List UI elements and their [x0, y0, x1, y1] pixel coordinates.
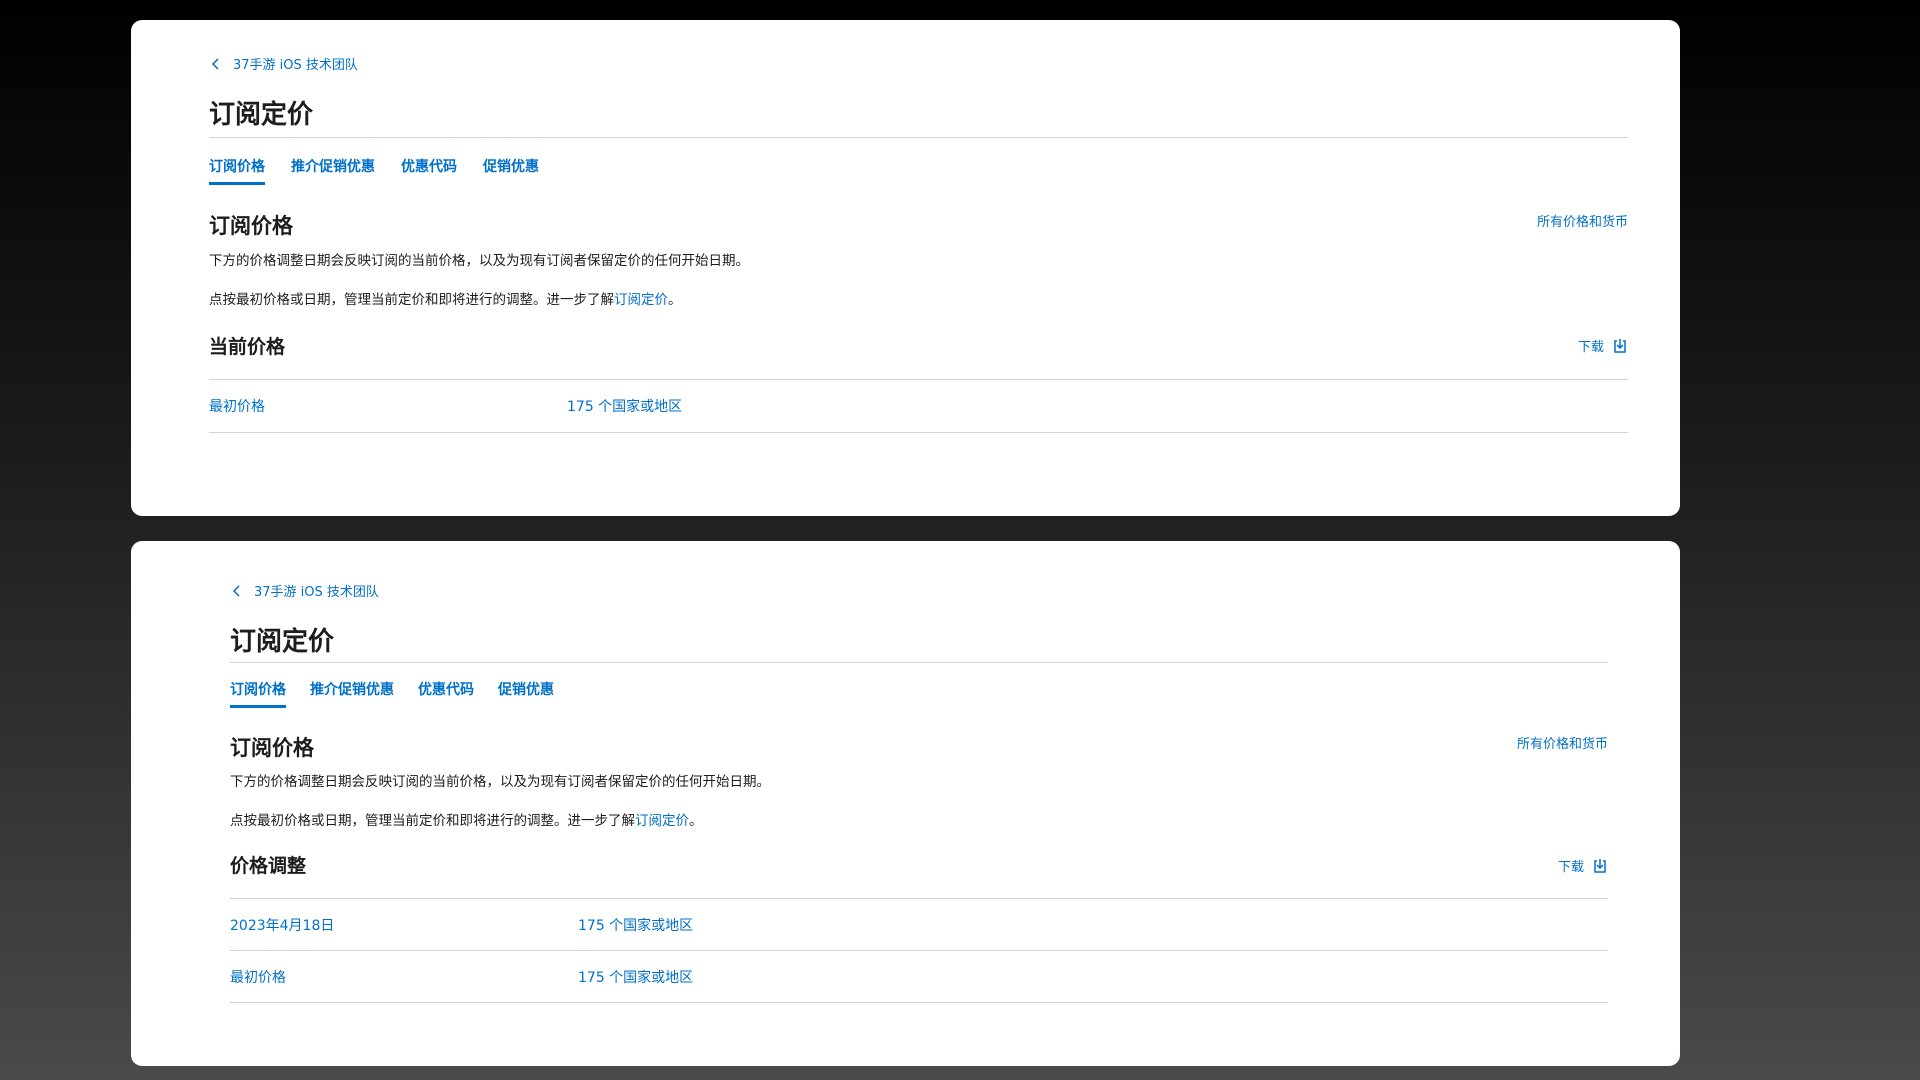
tab-offer-codes[interactable]: 优惠代码	[401, 156, 457, 185]
breadcrumb[interactable]: 37手游 iOS 技术团队	[230, 581, 379, 600]
row-label[interactable]: 最初价格	[230, 967, 286, 987]
all-prices-link[interactable]: 所有价格和货币	[1537, 211, 1628, 230]
page-title: 订阅定价	[209, 100, 314, 130]
price-adjustments-title: 价格调整	[230, 855, 307, 877]
description-1: 下方的价格调整日期会反映订阅的当前价格，以及为现有订阅者保留定价的任何开始日期。	[209, 253, 749, 269]
breadcrumb-label[interactable]: 37手游 iOS 技术团队	[254, 581, 379, 600]
download-label[interactable]: 下载	[1578, 336, 1604, 355]
subscription-pricing-panel-current: 37手游 iOS 技术团队 订阅定价 订阅价格 推介促销优惠 优惠代码 促销优惠…	[131, 20, 1680, 516]
price-table: 最初价格 175 个国家或地区	[209, 379, 1628, 433]
row-label[interactable]: 最初价格	[209, 396, 265, 416]
table-row[interactable]: 最初价格 175 个国家或地区	[230, 951, 1608, 1003]
current-prices-title: 当前价格	[209, 336, 286, 358]
download-button[interactable]: 下载	[1558, 856, 1608, 875]
download-label[interactable]: 下载	[1558, 856, 1584, 875]
chevron-left-icon	[232, 584, 240, 597]
row-label[interactable]: 2023年4月18日	[230, 915, 334, 935]
title-divider	[209, 137, 1628, 138]
learn-more-link[interactable]: 订阅定价	[635, 813, 689, 829]
download-icon[interactable]	[1592, 858, 1608, 874]
description-1: 下方的价格调整日期会反映订阅的当前价格，以及为现有订阅者保留定价的任何开始日期。	[230, 774, 770, 790]
tab-subscription-prices[interactable]: 订阅价格	[230, 679, 286, 708]
description-2-text: 点按最初价格或日期，管理当前定价和即将进行的调整。进一步了解	[230, 813, 635, 829]
row-regions[interactable]: 175 个国家或地区	[578, 915, 693, 935]
description-2-suffix: 。	[668, 292, 682, 308]
tab-promotional-offers[interactable]: 促销优惠	[498, 679, 554, 708]
page-title: 订阅定价	[230, 627, 335, 657]
download-icon[interactable]	[1612, 338, 1628, 354]
chevron-left-icon	[211, 57, 219, 70]
title-divider	[230, 662, 1608, 663]
tab-introductory-offers[interactable]: 推介促销优惠	[310, 679, 394, 708]
description-2-suffix: 。	[689, 813, 703, 829]
breadcrumb[interactable]: 37手游 iOS 技术团队	[209, 54, 358, 73]
tab-promotional-offers[interactable]: 促销优惠	[483, 156, 539, 185]
tab-bar: 订阅价格 推介促销优惠 优惠代码 促销优惠	[230, 679, 554, 708]
all-prices-link[interactable]: 所有价格和货币	[1517, 733, 1608, 752]
description-2: 点按最初价格或日期，管理当前定价和即将进行的调整。进一步了解订阅定价。	[230, 809, 703, 829]
section-title: 订阅价格	[209, 214, 293, 238]
row-regions[interactable]: 175 个国家或地区	[567, 396, 682, 416]
breadcrumb-label[interactable]: 37手游 iOS 技术团队	[233, 54, 358, 73]
tab-introductory-offers[interactable]: 推介促销优惠	[291, 156, 375, 185]
description-2-text: 点按最初价格或日期，管理当前定价和即将进行的调整。进一步了解	[209, 292, 614, 308]
tab-bar: 订阅价格 推介促销优惠 优惠代码 促销优惠	[209, 156, 539, 185]
subscription-pricing-panel-adjustments: 37手游 iOS 技术团队 订阅定价 订阅价格 推介促销优惠 优惠代码 促销优惠…	[131, 541, 1680, 1066]
learn-more-link[interactable]: 订阅定价	[614, 292, 668, 308]
section-title: 订阅价格	[230, 736, 314, 760]
row-regions[interactable]: 175 个国家或地区	[578, 967, 693, 987]
tab-subscription-prices[interactable]: 订阅价格	[209, 156, 265, 185]
table-row[interactable]: 2023年4月18日 175 个国家或地区	[230, 899, 1608, 951]
description-2: 点按最初价格或日期，管理当前定价和即将进行的调整。进一步了解订阅定价。	[209, 288, 682, 308]
price-table: 2023年4月18日 175 个国家或地区 最初价格 175 个国家或地区	[230, 898, 1608, 1003]
table-row[interactable]: 最初价格 175 个国家或地区	[209, 380, 1628, 433]
download-button[interactable]: 下载	[1578, 336, 1628, 355]
tab-offer-codes[interactable]: 优惠代码	[418, 679, 474, 708]
